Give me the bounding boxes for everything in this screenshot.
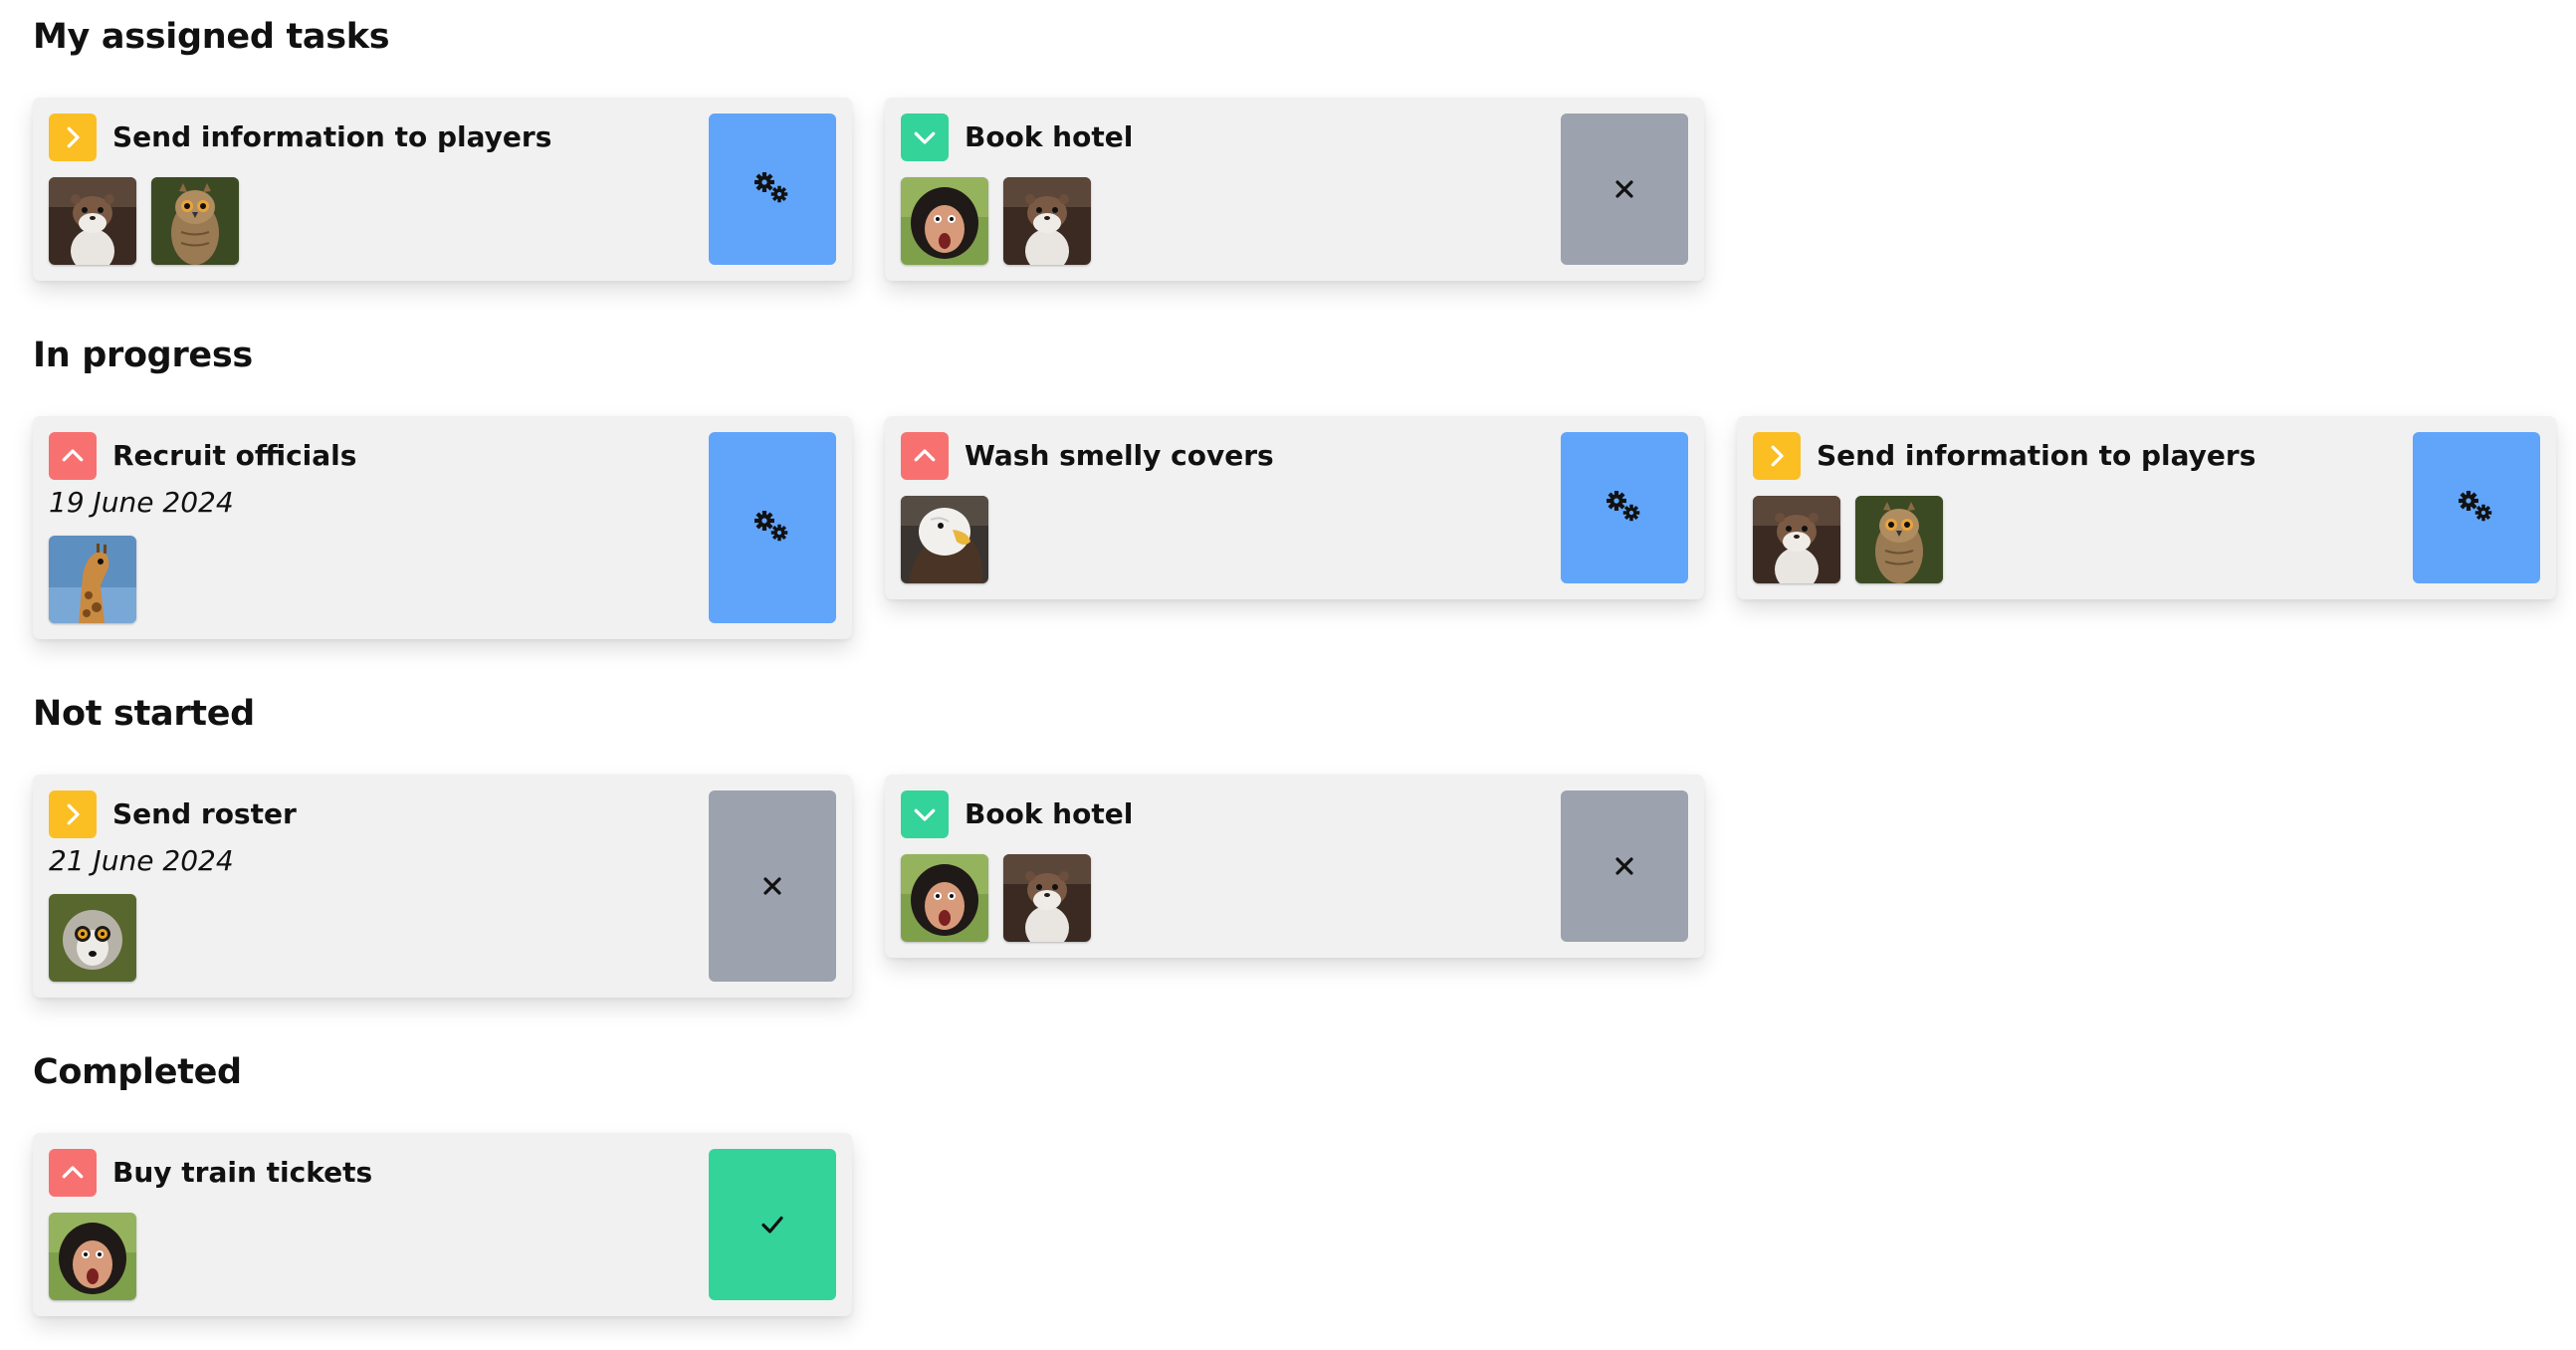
task-title: Send information to players xyxy=(112,120,552,153)
task-card[interactable]: Recruit officials 19 June 2024 xyxy=(33,416,852,639)
assignee-avatars xyxy=(901,854,1091,942)
avatar-monkey xyxy=(901,854,988,942)
task-title: Send roster xyxy=(112,797,297,830)
section-title-completed: Completed xyxy=(33,1052,242,1092)
completed-button[interactable] xyxy=(709,1149,836,1300)
task-card[interactable]: Buy train tickets xyxy=(33,1133,852,1316)
chevron-down-icon xyxy=(914,808,936,821)
avatar-stoat xyxy=(1753,496,1840,583)
priority-badge-high xyxy=(901,432,949,480)
priority-badge-low xyxy=(901,790,949,838)
priority-badge-high xyxy=(49,1149,97,1197)
chevron-up-icon xyxy=(914,449,936,462)
task-card[interactable]: Send information to players xyxy=(1737,416,2556,599)
avatar-giraffe xyxy=(49,536,136,623)
priority-badge-high xyxy=(49,432,97,480)
gears-icon xyxy=(754,172,788,203)
task-title: Book hotel xyxy=(965,797,1134,830)
priority-badge-medium xyxy=(49,790,97,838)
section-title-not-started: Not started xyxy=(33,694,255,734)
avatar-eagle xyxy=(901,496,988,583)
task-card[interactable]: Send roster 21 June 2024 xyxy=(33,775,852,998)
chevron-right-icon xyxy=(1771,445,1784,467)
section-title-in-progress: In progress xyxy=(33,336,253,375)
close-icon xyxy=(763,877,781,895)
avatar-lemur xyxy=(49,894,136,982)
task-card[interactable]: Book hotel xyxy=(885,98,1704,281)
due-date: 19 June 2024 xyxy=(49,486,234,519)
task-title: Buy train tickets xyxy=(112,1156,373,1189)
task-card[interactable]: Book hotel xyxy=(885,775,1704,958)
assignee-avatars xyxy=(901,177,1091,265)
assignee-avatars xyxy=(49,177,239,265)
start-progress-button[interactable] xyxy=(2413,432,2540,583)
assignee-avatars xyxy=(49,536,136,623)
chevron-right-icon xyxy=(67,126,80,148)
cancel-task-button[interactable] xyxy=(709,790,836,982)
start-progress-button[interactable] xyxy=(709,113,836,265)
avatar-monkey xyxy=(901,177,988,265)
gears-icon xyxy=(1607,491,1640,522)
priority-badge-low xyxy=(901,113,949,161)
task-title: Book hotel xyxy=(965,120,1134,153)
task-card[interactable]: Send information to players xyxy=(33,98,852,281)
start-progress-button[interactable] xyxy=(709,432,836,623)
section-title-my-assigned-tasks: My assigned tasks xyxy=(33,17,390,57)
task-card[interactable]: Wash smelly covers xyxy=(885,416,1704,599)
avatar-monkey xyxy=(49,1213,136,1300)
avatar-stoat xyxy=(49,177,136,265)
task-title: Recruit officials xyxy=(112,439,357,472)
chevron-down-icon xyxy=(914,131,936,144)
avatar-owl xyxy=(1855,496,1943,583)
gears-icon xyxy=(2459,491,2492,522)
task-title: Send information to players xyxy=(1817,439,2256,472)
chevron-up-icon xyxy=(62,449,84,462)
avatar-owl xyxy=(151,177,239,265)
assignee-avatars xyxy=(901,496,988,583)
close-icon xyxy=(1615,857,1633,875)
avatar-stoat xyxy=(1003,177,1091,265)
avatar-stoat xyxy=(1003,854,1091,942)
task-title: Wash smelly covers xyxy=(965,439,1274,472)
priority-badge-medium xyxy=(49,113,97,161)
assignee-avatars xyxy=(1753,496,1943,583)
chevron-up-icon xyxy=(62,1166,84,1179)
assignee-avatars xyxy=(49,894,136,982)
due-date: 21 June 2024 xyxy=(49,844,234,877)
assignee-avatars xyxy=(49,1213,136,1300)
cancel-task-button[interactable] xyxy=(1561,113,1688,265)
checkmark-icon xyxy=(761,1216,783,1234)
priority-badge-medium xyxy=(1753,432,1801,480)
chevron-right-icon xyxy=(67,803,80,825)
gears-icon xyxy=(754,511,788,542)
close-icon xyxy=(1615,180,1633,198)
cancel-task-button[interactable] xyxy=(1561,790,1688,942)
start-progress-button[interactable] xyxy=(1561,432,1688,583)
